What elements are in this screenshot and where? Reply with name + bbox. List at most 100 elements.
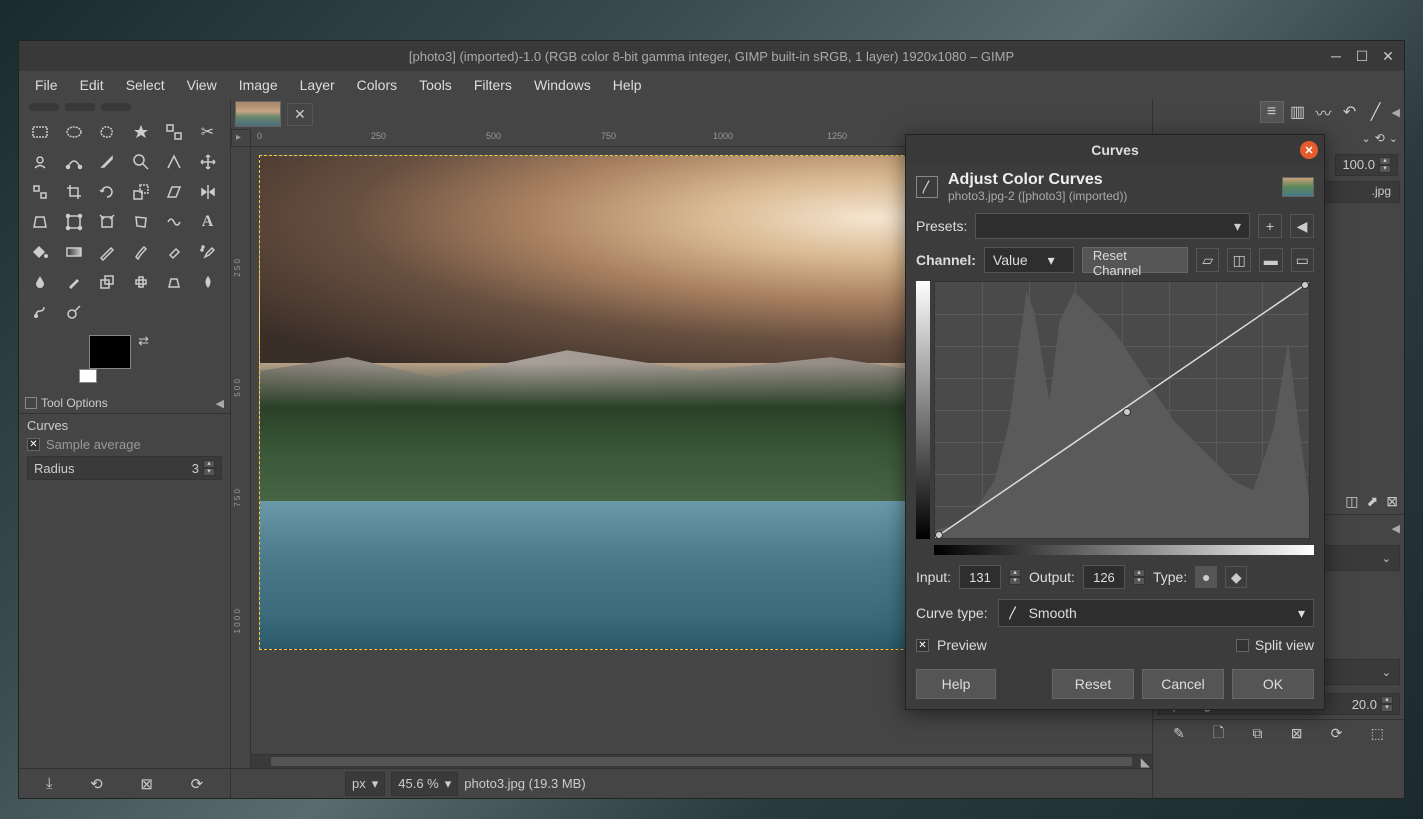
menu-edit[interactable]: Edit <box>70 73 114 97</box>
measure-tool[interactable] <box>163 151 185 173</box>
menu-view[interactable]: View <box>177 73 227 97</box>
presets-combo[interactable]: ▾ <box>975 213 1250 239</box>
maximize-button[interactable]: ☐ <box>1350 44 1374 68</box>
delete-layer-icon[interactable]: ⊠ <box>1386 493 1398 510</box>
ellipse-select-tool[interactable] <box>63 121 85 143</box>
duplicate-brush-icon[interactable]: ⧉ <box>1253 725 1263 742</box>
raise-layer-icon[interactable]: ⬈ <box>1367 493 1379 510</box>
open-as-image-icon[interactable]: ⬚ <box>1371 725 1384 742</box>
menu-select[interactable]: Select <box>116 73 175 97</box>
bucket-fill-tool[interactable] <box>29 241 51 263</box>
add-preset-button[interactable]: + <box>1258 214 1282 238</box>
rect-select-tool[interactable] <box>29 121 51 143</box>
menu-file[interactable]: File <box>25 73 68 97</box>
foreground-color[interactable] <box>89 335 131 369</box>
gradient-tool[interactable] <box>63 241 85 263</box>
split-view-checkbox[interactable] <box>1236 639 1249 652</box>
scale-tool[interactable] <box>130 181 152 203</box>
reset-button[interactable]: Reset <box>1052 669 1134 699</box>
vertical-ruler[interactable]: 0 2 5 0 5 0 0 7 5 0 1 0 0 0 <box>231 129 251 768</box>
flip-tool[interactable] <box>197 181 219 203</box>
log-histogram-icon[interactable]: ◫ <box>1227 248 1251 272</box>
unified-transform-tool[interactable] <box>63 211 85 233</box>
undo-history-tab-icon[interactable]: ↶ <box>1338 101 1362 123</box>
layers-tab-icon[interactable]: ≡ <box>1260 101 1284 123</box>
minimize-button[interactable]: ─ <box>1324 44 1348 68</box>
ruler-origin[interactable] <box>231 129 251 147</box>
handle-transform-tool[interactable] <box>96 211 118 233</box>
menu-image[interactable]: Image <box>229 73 288 97</box>
scissors-tool[interactable]: ✂ <box>197 121 219 143</box>
blur-tool[interactable] <box>197 271 219 293</box>
perspective-tool[interactable] <box>29 211 51 233</box>
menu-windows[interactable]: Windows <box>524 73 601 97</box>
detach-icon[interactable]: ◀ <box>1392 106 1400 119</box>
point-type-corner[interactable]: ◆ <box>1225 566 1247 588</box>
histogram-mode-icon[interactable]: ▭ <box>1291 248 1315 272</box>
dodge-burn-tool[interactable] <box>63 301 85 323</box>
crop-tool[interactable] <box>63 181 85 203</box>
free-select-tool[interactable] <box>96 121 118 143</box>
input-value[interactable] <box>959 565 1001 589</box>
channel-select[interactable]: Value▾ <box>984 247 1074 273</box>
unit-select[interactable]: px▾ <box>345 772 385 796</box>
zoom-select[interactable]: 45.6 %▾ <box>391 772 458 796</box>
edit-brush-icon[interactable]: ✎ <box>1173 725 1185 742</box>
dialog-titlebar[interactable]: Curves ✕ <box>906 135 1324 165</box>
opacity-input[interactable]: 100.0▴▾ <box>1335 154 1398 176</box>
reset-channel-button[interactable]: Reset Channel <box>1082 247 1188 273</box>
radius-down[interactable]: ▾ <box>203 468 215 476</box>
swap-colors-icon[interactable]: ⇄ <box>138 333 149 349</box>
new-layer-icon[interactable]: ◫ <box>1345 493 1358 510</box>
brush-tab-icon[interactable]: ╱ <box>1364 101 1388 123</box>
warp-tool[interactable] <box>163 211 185 233</box>
close-button[interactable]: ✕ <box>1376 44 1400 68</box>
menu-tools[interactable]: Tools <box>409 73 462 97</box>
collapse-icon[interactable]: ⌄ <box>1362 132 1371 145</box>
reset-icon[interactable]: ⟲ <box>1375 131 1385 145</box>
airbrush-tool[interactable] <box>197 241 219 263</box>
preview-checkbox[interactable]: ✕ <box>916 639 929 652</box>
paths-tab-icon[interactable]: 〰 <box>1312 101 1336 123</box>
new-brush-icon[interactable]: 🗋 <box>1213 722 1224 746</box>
ok-button[interactable]: OK <box>1232 669 1314 699</box>
curve-point-end[interactable] <box>1301 281 1309 289</box>
cancel-button[interactable]: Cancel <box>1142 669 1224 699</box>
input-down[interactable]: ▾ <box>1009 577 1021 585</box>
clone-tool[interactable] <box>96 271 118 293</box>
restore-preset-icon[interactable]: ⟲ <box>90 775 103 793</box>
smudge-tool[interactable] <box>29 301 51 323</box>
color-picker-tool[interactable] <box>96 151 118 173</box>
heal-tool[interactable] <box>130 271 152 293</box>
menu-layer[interactable]: Layer <box>290 73 345 97</box>
reset-preset-icon[interactable]: ⟳ <box>191 775 204 793</box>
preset-menu-button[interactable]: ◀ <box>1290 214 1314 238</box>
input-up[interactable]: ▴ <box>1009 569 1021 577</box>
navigation-icon[interactable]: ◣ <box>1141 755 1150 769</box>
detach-icon[interactable]: ◀ <box>1392 522 1400 535</box>
curve-type-select[interactable]: 〳 Smooth ▾ <box>998 599 1314 627</box>
text-tool[interactable]: A <box>197 211 219 233</box>
curves-graph[interactable] <box>934 281 1310 539</box>
delete-preset-icon[interactable]: ⊠ <box>140 775 153 793</box>
pencil-tool[interactable] <box>96 241 118 263</box>
menu-filters[interactable]: Filters <box>464 73 522 97</box>
output-up[interactable]: ▴ <box>1133 569 1145 577</box>
mypaint-brush-tool[interactable] <box>63 271 85 293</box>
curve-point-start[interactable] <box>935 531 943 539</box>
color-swatch[interactable]: ⇄ <box>89 335 145 383</box>
refresh-brushes-icon[interactable]: ⟳ <box>1331 725 1343 742</box>
save-preset-icon[interactable]: ⤓ <box>46 775 53 792</box>
rotate-tool[interactable] <box>96 181 118 203</box>
fuzzy-select-tool[interactable] <box>130 121 152 143</box>
align-tool[interactable] <box>29 181 51 203</box>
menu-help[interactable]: Help <box>603 73 652 97</box>
radius-up[interactable]: ▴ <box>203 460 215 468</box>
channels-tab-icon[interactable]: ▥ <box>1286 101 1310 123</box>
paintbrush-tool[interactable] <box>130 241 152 263</box>
cage-tool[interactable] <box>130 211 152 233</box>
image-tab-close[interactable]: ✕ <box>287 103 313 126</box>
menu-colors[interactable]: Colors <box>347 73 407 97</box>
shear-tool[interactable] <box>163 181 185 203</box>
perspective-clone-tool[interactable] <box>163 271 185 293</box>
